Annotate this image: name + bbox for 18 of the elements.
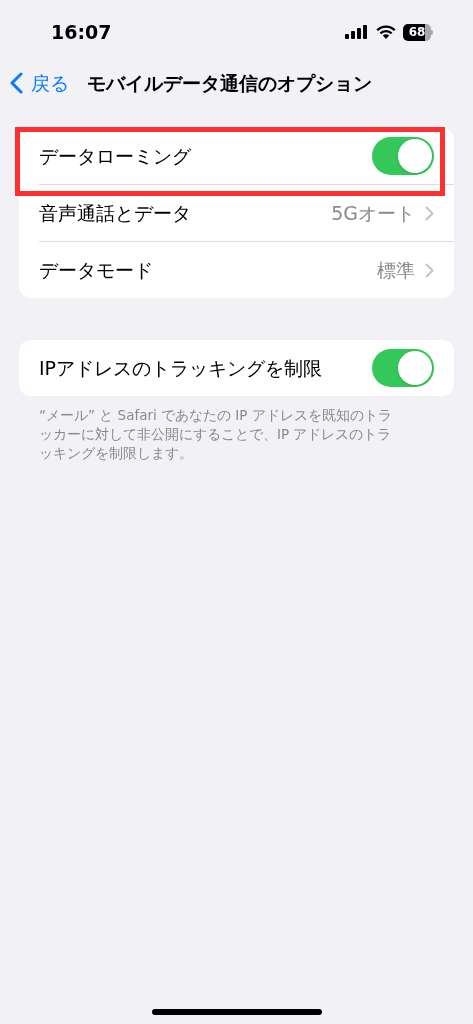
row-label: 音声通話とデータ — [39, 200, 191, 226]
status-time: 16:07 — [51, 19, 112, 45]
page-title: モバイルデータ通信のオプション — [87, 70, 372, 96]
row-label: データローミング — [39, 143, 191, 169]
row-value: 5Gオート — [331, 200, 415, 226]
chevron-icon — [425, 205, 434, 221]
toggle-switch[interactable] — [372, 349, 434, 387]
toggle-switch[interactable] — [372, 137, 434, 175]
battery-icon: 68 — [403, 23, 433, 41]
wifi-icon — [376, 25, 396, 39]
row-value: 標準 — [377, 257, 415, 283]
chevron-icon — [425, 262, 434, 278]
back-chevron-icon — [10, 72, 23, 94]
footer-note: “メール” と Safari であなたの IP アドレスを既知のトラッカーに対して非公開にすることで、IP アドレスのトラッキングを制限します。 — [38, 406, 393, 463]
signal-icon — [345, 25, 369, 39]
row-label: IPアドレスのトラッキングを制限 — [39, 355, 323, 381]
row-label: データモード — [39, 257, 153, 283]
back-button[interactable]: 戻る — [10, 68, 69, 98]
